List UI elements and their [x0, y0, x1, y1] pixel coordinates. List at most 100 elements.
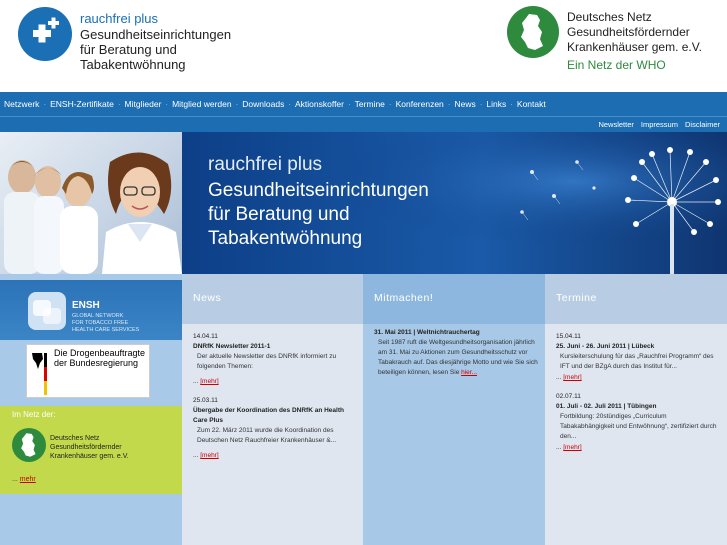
logo-subtitle: Gesundheitseinrichtungen für Beratung un… — [80, 27, 231, 72]
mitmachen-text-body: Seit 1987 ruft die Weltgesundheitsorgani… — [378, 339, 538, 376]
im-netz-more-link[interactable]: mehr — [20, 476, 36, 483]
nav-separator: · — [510, 99, 513, 109]
logo-title: rauchfrei plus — [80, 11, 159, 26]
more-prefix: ... — [556, 374, 562, 381]
dngfk-name-line: Deutsches Netz — [567, 10, 652, 24]
header: rauchfrei plus Gesundheitseinrichtungen … — [0, 0, 727, 92]
news-item: 14.04.11 DNRfK Newsletter 2011-1 Der akt… — [193, 332, 357, 388]
im-netz-line: Deutsches Netz — [50, 435, 100, 442]
mitmachen-header: Mitmachen! — [363, 274, 545, 324]
news-more-link[interactable]: [mehr] — [200, 452, 218, 459]
termine-title[interactable]: 01. Juli - 02. Juli 2011 | Tübingen — [556, 402, 720, 412]
news-teaser: Zum 22. März 2011 wurde die Koordination… — [197, 427, 337, 444]
ensh-logo-icon — [28, 292, 66, 330]
im-netz-title: Im Netz der: — [12, 410, 56, 419]
news-title[interactable]: DNRfK Newsletter 2011-1 — [193, 342, 357, 352]
nav-item-konferenzen[interactable]: Konferenzen — [396, 99, 444, 109]
termine-more: ... [mehr] — [556, 372, 720, 384]
termine-heading: Termine — [556, 292, 597, 304]
hero-subtitle-line: Tabakentwöhnung — [208, 228, 363, 249]
mitmachen-column: Mitmachen! 31. Mai 2011 | Weltnichtrauch… — [363, 274, 545, 545]
mitmachen-list: 31. Mai 2011 | Weltnichtrauchertag Seit … — [374, 328, 538, 386]
plus-cross-icon — [18, 7, 72, 61]
termine-teaser: Kursleiterschulung für das „Rauchfrei Pr… — [560, 353, 714, 370]
nav-separator: · — [165, 99, 169, 109]
termine-more-link[interactable]: [mehr] — [563, 444, 581, 451]
nav-separator: · — [43, 99, 47, 109]
news-heading: News — [193, 292, 222, 304]
termine-column: Termine 15.04.11 25. Juni - 26. Juni 201… — [545, 274, 727, 545]
ensh-banner[interactable]: ENSH GLOBAL NETWORK FOR TOBACCO FREE HEA… — [0, 280, 182, 340]
page: rauchfrei plus Gesundheitseinrichtungen … — [0, 0, 727, 545]
termine-date: 15.04.11 — [556, 333, 581, 340]
news-header: News — [182, 274, 363, 324]
nav-item-news[interactable]: News — [454, 99, 475, 109]
nav-item-links[interactable]: Links — [486, 99, 506, 109]
news-date: 14.04.11 — [193, 333, 218, 340]
nav-separator: · — [388, 99, 392, 109]
termine-item: 02.07.11 01. Juli - 02. Juli 2011 | Tübi… — [556, 392, 720, 454]
nav-item-downloads[interactable]: Downloads — [242, 99, 284, 109]
logo-subtitle-line: Tabakentwöhnung — [80, 57, 186, 72]
mitmachen-hier-link[interactable]: hier... — [461, 369, 477, 376]
termine-teaser: Fortbildung: 20stündiges „Curriculum Tab… — [560, 413, 717, 440]
main-nav: Netzwerk · ENSH-Zertifikate · Mitglieder… — [0, 92, 727, 116]
im-netz-text: Deutsches Netz Gesundheitsfördernder Kra… — [50, 434, 129, 461]
nav-separator: · — [235, 99, 239, 109]
ensh-subtitle-line: GLOBAL NETWORK — [72, 313, 124, 319]
im-netz-box: Im Netz der: Deutsches Netz Gesundheitsf… — [0, 406, 182, 494]
im-netz-more: ... mehr — [12, 476, 36, 483]
more-prefix: ... — [556, 444, 562, 451]
nav-separator: · — [447, 99, 451, 109]
nav-item-aktionskoffer[interactable]: Aktionskoffer — [295, 99, 344, 109]
ensh-name: ENSH — [72, 300, 100, 311]
termine-title[interactable]: 25. Juni - 26. Juni 2011 | Lübeck — [556, 342, 720, 352]
hero-banner: rauchfrei plus Gesundheitseinrichtungen … — [182, 132, 727, 274]
news-teaser: Der aktuelle Newsletter des DNRfK inform… — [197, 353, 337, 370]
nav-item-mitglied-werden[interactable]: Mitglied werden — [172, 99, 232, 109]
nav-item-mitglieder[interactable]: Mitglieder — [125, 99, 162, 109]
hero-subtitle-line: für Beratung und — [208, 204, 350, 225]
news-title[interactable]: Übergabe der Koordination des DNRfK an H… — [193, 406, 357, 426]
im-netz-line: Gesundheitsfördernder — [50, 444, 122, 451]
news-item: 25.03.11 Übergabe der Koordination des D… — [193, 396, 357, 462]
nav-item-kontakt[interactable]: Kontakt — [517, 99, 546, 109]
news-date: 25.03.11 — [193, 397, 218, 404]
nav-separator: · — [348, 99, 351, 109]
termine-header: Termine — [545, 274, 727, 324]
germany-globe-icon — [12, 428, 46, 462]
logo-subtitle-line: Gesundheitseinrichtungen — [80, 27, 232, 42]
federal-eagle-icon — [29, 347, 47, 395]
subnav-item-newsletter[interactable]: Newsletter — [598, 120, 633, 129]
nav-item-termine[interactable]: Termine — [355, 99, 385, 109]
news-more-link[interactable]: [mehr] — [200, 378, 218, 385]
more-prefix: ... — [12, 476, 18, 483]
termine-more-link[interactable]: [mehr] — [563, 374, 581, 381]
termine-item: 15.04.11 25. Juni - 26. Juni 2011 | Lübe… — [556, 332, 720, 384]
news-list: 14.04.11 DNRfK Newsletter 2011-1 Der akt… — [193, 332, 357, 470]
ensh-subtitle: GLOBAL NETWORK FOR TOBACCO FREE HEALTH C… — [72, 313, 139, 334]
drogenbeauftragte-text: Die Drogenbeauftragte der Bundesregierun… — [54, 348, 145, 368]
mitmachen-heading: Mitmachen! — [374, 292, 434, 304]
dngfk-tagline: Ein Netz der WHO — [567, 58, 666, 72]
hero-subtitle-line: Gesundheitseinrichtungen — [208, 180, 429, 201]
left-sidebar: ENSH GLOBAL NETWORK FOR TOBACCO FREE HEA… — [0, 274, 182, 545]
more-prefix: ... — [193, 378, 199, 385]
mitmachen-text: Seit 1987 ruft die Weltgesundheitsorgani… — [374, 338, 538, 378]
news-more: ... [mehr] — [193, 450, 357, 462]
news-more: ... [mehr] — [193, 376, 357, 388]
subnav-item-impressum[interactable]: Impressum — [641, 120, 678, 129]
logo-subtitle-line: für Beratung und — [80, 42, 177, 57]
drogenbeauftragte-line: der Bundesregierung — [54, 358, 139, 368]
dngfk-name-line: Gesundheitsfördernder — [567, 25, 690, 39]
dngfk-name-line: Krankenhäuser gem. e.V. — [567, 40, 702, 54]
ensh-subtitle-line: FOR TOBACCO FREE — [72, 320, 129, 326]
germany-globe-icon — [507, 6, 559, 58]
subnav-item-disclaimer[interactable]: Disclaimer — [685, 120, 720, 129]
nav-item-netzwerk[interactable]: Netzwerk — [4, 99, 39, 109]
ensh-subtitle-line: HEALTH CARE SERVICES — [72, 327, 140, 333]
drogenbeauftragte-banner[interactable]: Die Drogenbeauftragte der Bundesregierun… — [26, 344, 150, 398]
termine-more: ... [mehr] — [556, 442, 720, 454]
nav-item-ensh-zertifikate[interactable]: ENSH-Zertifikate — [50, 99, 114, 109]
mitmachen-title[interactable]: 31. Mai 2011 | Weltnichtrauchertag — [374, 328, 538, 338]
